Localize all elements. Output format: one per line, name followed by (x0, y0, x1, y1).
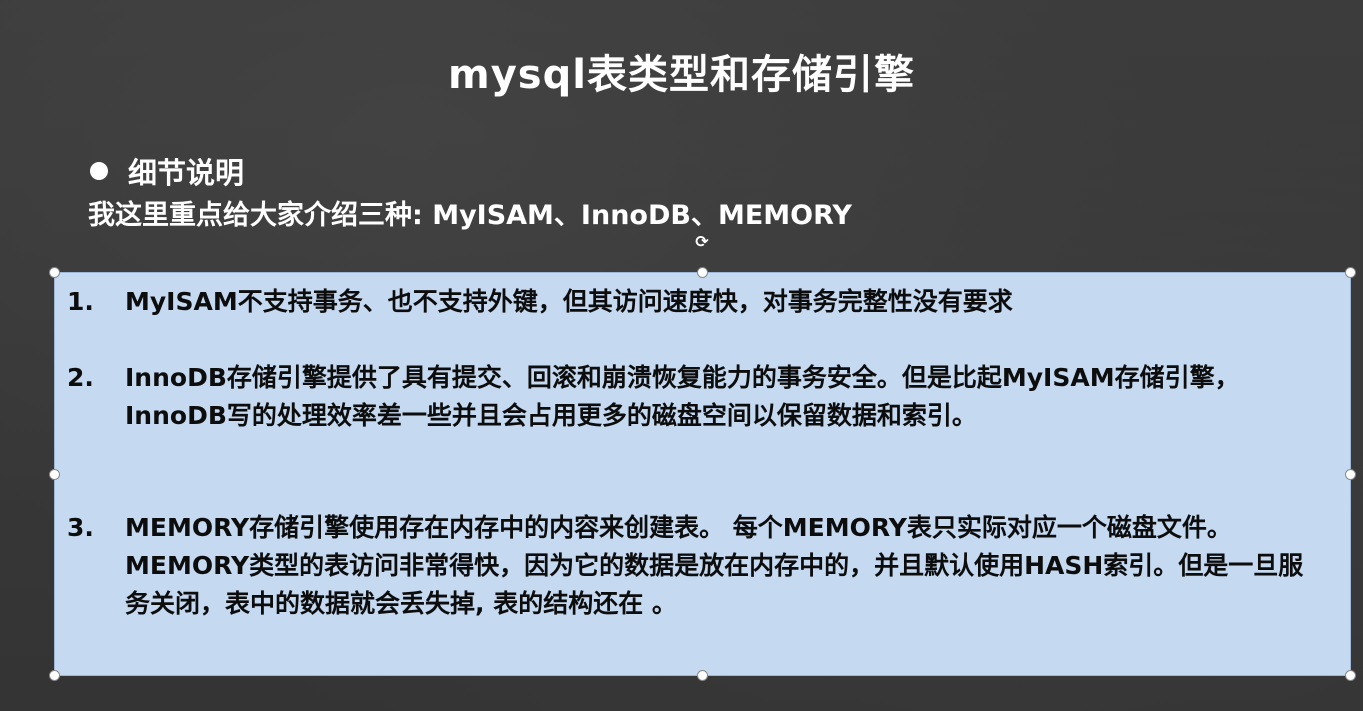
bullet-heading: 细节说明 (128, 156, 245, 190)
intro-line: 我这里重点给大家介绍三种: MyISAM、InnoDB、MEMORY (88, 200, 852, 231)
resize-handle-top-right[interactable] (1345, 267, 1356, 278)
bullet-dot-icon (90, 162, 108, 180)
resize-handle-bottom-right[interactable] (1345, 670, 1356, 681)
list-item-text: MyISAM不支持事务、也不支持外键，但其访问速度快，对事务完整性没有要求 (125, 287, 1013, 316)
bullet-heading-row: 细节说明 (88, 150, 244, 192)
selected-textbox[interactable]: 1. MyISAM不支持事务、也不支持外键，但其访问速度快，对事务完整性没有要求… (49, 267, 1356, 681)
list-item-number: 3. (67, 513, 94, 542)
resize-handle-top-center[interactable] (697, 267, 708, 278)
resize-handle-top-left[interactable] (49, 267, 60, 278)
list-item: 2. InnoDB存储引擎提供了具有提交、回滚和崩溃恢复能力的事务安全。但是比起… (67, 359, 1337, 435)
resize-handle-middle-right[interactable] (1345, 469, 1356, 480)
slide-title: mysql表类型和存储引擎 (448, 52, 915, 98)
list-item-number: 2. (67, 363, 94, 392)
list-item-number: 1. (67, 287, 94, 316)
rotate-icon[interactable]: ⟳ (693, 233, 711, 251)
resize-handle-bottom-left[interactable] (49, 670, 60, 681)
list-item: 1. MyISAM不支持事务、也不支持外键，但其访问速度快，对事务完整性没有要求 (67, 283, 1337, 321)
list-item: 3. MEMORY存储引擎使用存在内存中的内容来创建表。 每个MEMORY表只实… (67, 509, 1337, 623)
resize-handle-bottom-center[interactable] (697, 670, 708, 681)
list-item-text: MEMORY存储引擎使用存在内存中的内容来创建表。 每个MEMORY表只实际对应… (125, 513, 1304, 618)
resize-handle-middle-left[interactable] (49, 469, 60, 480)
list-item-text: InnoDB存储引擎提供了具有提交、回滚和崩溃恢复能力的事务安全。但是比起MyI… (125, 363, 1240, 430)
